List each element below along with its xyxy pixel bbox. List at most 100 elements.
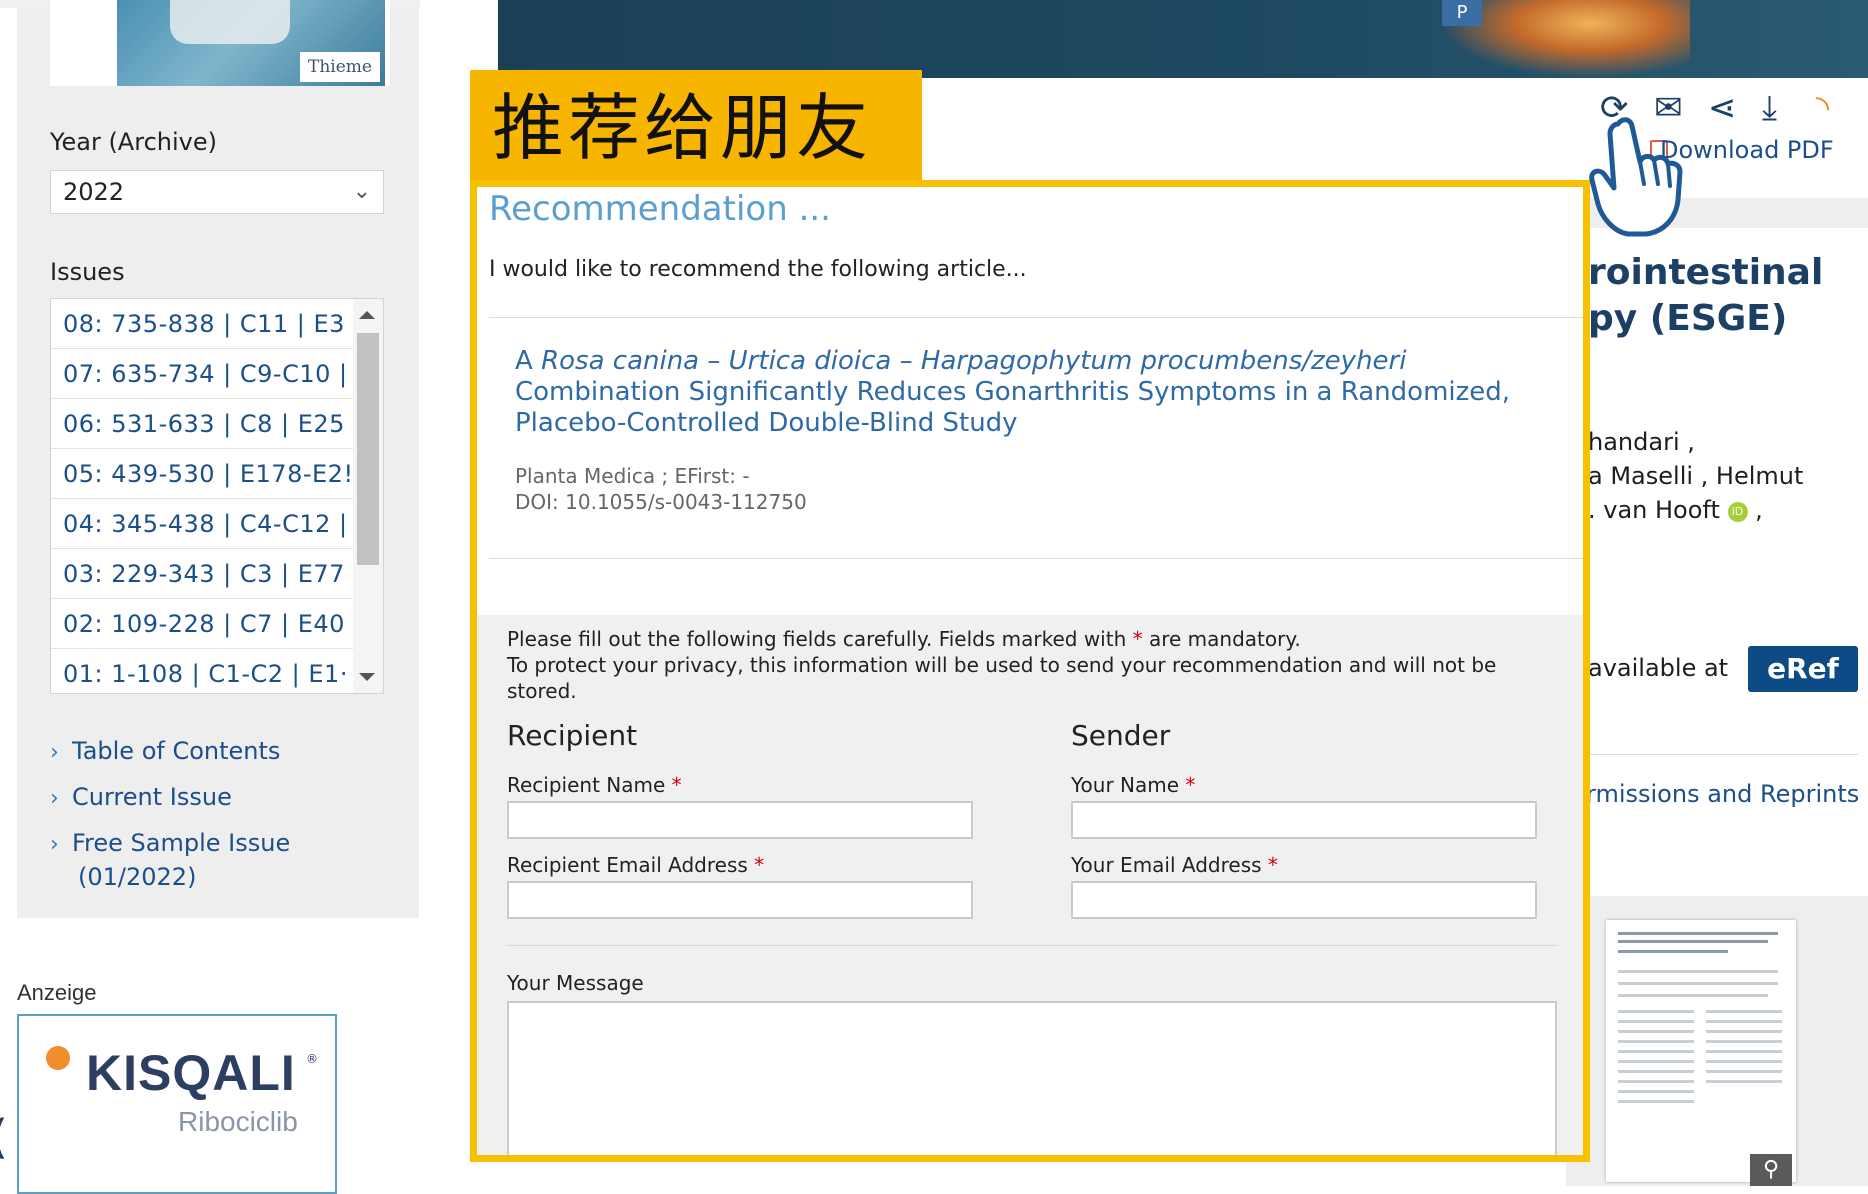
issue-item[interactable]: 03: 229-343 | C3 | E77 xyxy=(51,549,353,599)
recipient-heading: Recipient xyxy=(507,719,638,752)
message-textarea[interactable] xyxy=(507,1001,1557,1155)
thumbnail-text-line xyxy=(1706,1030,1782,1033)
ad-label: Anzeige xyxy=(17,980,97,1005)
thumbnail-text-line xyxy=(1618,932,1778,935)
thumbnail-text-line xyxy=(1706,1010,1782,1013)
divider xyxy=(1586,754,1858,755)
privacy-note: To protect your privacy, this informatio… xyxy=(507,653,1497,677)
thumbnail-text-line xyxy=(1618,1090,1694,1093)
ad-subtitle: Ribociclib xyxy=(178,1106,298,1137)
form-divider xyxy=(507,945,1557,946)
download-icon[interactable]: ⤓ xyxy=(1762,88,1777,128)
issues-label: Issues xyxy=(50,258,125,286)
chevron-right-icon: › xyxy=(50,786,59,811)
recommended-article-title[interactable]: A Rosa canina – Urtica dioica – Harpagop… xyxy=(515,346,1555,439)
your-name-label: Your Name * xyxy=(1071,773,1196,797)
thumbnail-text-line xyxy=(1618,1020,1694,1023)
author-line[interactable]: . van Hooft iD , xyxy=(1588,496,1763,524)
thumbnail-text-line xyxy=(1706,1050,1782,1053)
thumbnail-text-line xyxy=(1618,1040,1694,1043)
scrollbar-thumb[interactable] xyxy=(357,333,379,565)
table-of-contents-link[interactable]: › Table of Contents xyxy=(50,734,280,770)
download-pdf-link[interactable]: Download PDF xyxy=(1660,136,1834,164)
thumbnail-text-line xyxy=(1618,1030,1694,1033)
article-thumbnail[interactable] xyxy=(1606,920,1796,1182)
banner-badge: P xyxy=(1442,0,1482,26)
free-sample-issue-link[interactable]: › Free Sample Issue xyxy=(50,826,290,862)
permissions-reprints-link[interactable]: rmissions and Reprints xyxy=(1586,780,1859,808)
recipient-email-label: Recipient Email Address * xyxy=(507,853,765,877)
recommendation-dialog: Recommendation ... I would like to recom… xyxy=(470,180,1590,1162)
thumbnail-text-line xyxy=(1618,1010,1694,1013)
article-title-partial-2: py (ESGE) xyxy=(1588,298,1788,339)
free-sample-issue-date[interactable]: (01/2022) xyxy=(78,860,196,894)
author-line[interactable]: handari , xyxy=(1588,428,1695,456)
chevron-right-icon: › xyxy=(50,832,59,857)
thumbnail-text-line xyxy=(1618,1100,1694,1103)
recommended-article-card: A Rosa canina – Urtica dioica – Harpagop… xyxy=(489,317,1583,559)
chevron-down-icon: ⌄ xyxy=(352,179,371,204)
ad-brand: KISQALI xyxy=(86,1045,296,1101)
article-title-partial: rointestinal xyxy=(1588,252,1824,293)
partial-edge-glyph: ( xyxy=(0,1110,8,1164)
cover-decoration xyxy=(170,0,290,44)
year-select-value: 2022 xyxy=(63,178,125,206)
issue-item[interactable]: 01: 1-108 | C1-C2 | E1· xyxy=(51,649,353,693)
thumbnail-text-line xyxy=(1618,994,1768,997)
thumbnail-text-line xyxy=(1706,1060,1782,1063)
hand-pointer-icon xyxy=(1589,117,1683,237)
thumbnail-text-line xyxy=(1618,1060,1694,1063)
article-journal: Planta Medica ; EFirst: - xyxy=(515,464,750,488)
thumbnail-text-line xyxy=(1618,1080,1694,1083)
recipient-name-field[interactable] xyxy=(507,801,973,839)
thumbnail-text-line xyxy=(1618,982,1778,985)
thumbnail-text-line xyxy=(1706,1070,1782,1073)
orcid-icon[interactable]: iD xyxy=(1727,502,1748,522)
dialog-title: Recommendation ... xyxy=(489,189,831,229)
sender-heading: Sender xyxy=(1071,719,1171,752)
issue-item[interactable]: 06: 531-633 | C8 | E25 xyxy=(51,399,353,449)
recommendation-form: Please fill out the following fields car… xyxy=(477,615,1583,1155)
chevron-right-icon: › xyxy=(50,740,59,765)
thumbnail-text-line xyxy=(1706,1040,1782,1043)
annotation-label: 推荐给朋友 xyxy=(470,70,922,186)
your-email-field[interactable] xyxy=(1071,881,1537,919)
article-doi: DOI: 10.1055/s-0043-112750 xyxy=(515,490,807,514)
thumbnail-text-line xyxy=(1618,950,1728,953)
form-instructions: Please fill out the following fields car… xyxy=(507,627,1301,651)
issue-item[interactable]: 02: 109-228 | C7 | E40 xyxy=(51,599,353,649)
available-at-text: available at xyxy=(1588,654,1729,682)
privacy-note-end: stored. xyxy=(507,679,577,703)
ad-registered-mark: ® xyxy=(306,1052,318,1066)
your-email-label: Your Email Address * xyxy=(1071,853,1278,877)
rss-icon[interactable]: ◝ xyxy=(1816,88,1829,128)
current-issue-link[interactable]: › Current Issue xyxy=(50,780,232,816)
issues-list[interactable]: 08: 735-838 | C11 | E3 07: 635-734 | C9-… xyxy=(50,298,384,694)
dialog-intro: I would like to recommend the following … xyxy=(489,257,1027,282)
thumbnail-text-line xyxy=(1618,1070,1694,1073)
required-marker: * xyxy=(1132,627,1143,651)
recipient-email-field[interactable] xyxy=(507,881,973,919)
issues-scrollbar[interactable] xyxy=(353,299,383,693)
year-archive-label: Year (Archive) xyxy=(50,128,217,156)
share-icon[interactable]: ⋖ xyxy=(1708,88,1737,128)
thumbnail-text-line xyxy=(1618,970,1778,973)
issue-item[interactable]: 07: 635-734 | C9-C10 | xyxy=(51,349,353,399)
thumbnail-text-line xyxy=(1618,1050,1694,1053)
scroll-down-icon[interactable] xyxy=(359,673,375,681)
year-select[interactable]: 2022 ⌄ xyxy=(50,170,384,214)
recipient-name-label: Recipient Name * xyxy=(507,773,682,797)
author-line[interactable]: a Maselli , Helmut xyxy=(1588,462,1803,490)
ad-banner[interactable] xyxy=(17,1014,337,1194)
cover-brand-logo: Thieme xyxy=(300,52,380,82)
message-label: Your Message xyxy=(507,971,644,995)
eref-button[interactable]: eRef xyxy=(1748,646,1858,692)
your-name-field[interactable] xyxy=(1071,801,1537,839)
thumbnail-text-line xyxy=(1706,1080,1782,1083)
thumbnail-text-line xyxy=(1706,1020,1782,1023)
issue-item[interactable]: 04: 345-438 | C4-C12 | xyxy=(51,499,353,549)
issue-item[interactable]: 08: 735-838 | C11 | E3 xyxy=(51,299,353,349)
zoom-icon[interactable]: ⚲ xyxy=(1750,1154,1792,1186)
scroll-up-icon[interactable] xyxy=(359,311,375,319)
issue-item[interactable]: 05: 439-530 | E178-E2! xyxy=(51,449,353,499)
